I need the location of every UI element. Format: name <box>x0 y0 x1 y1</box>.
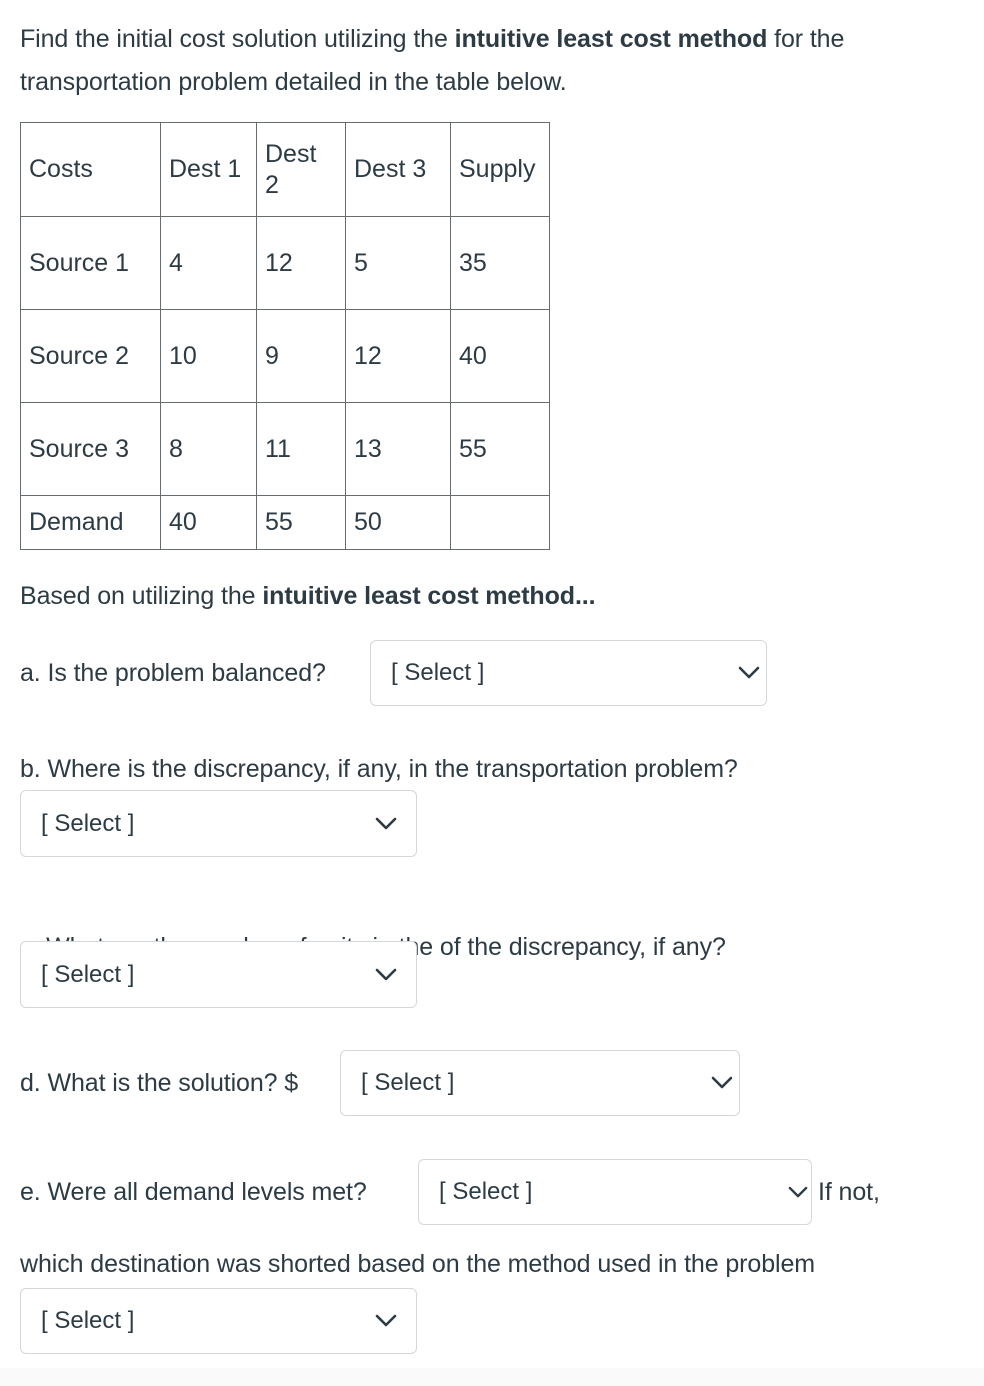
cell-demand-dest2: 55 <box>256 495 346 550</box>
question-e-second-select-value: [ Select ] <box>41 1307 135 1334</box>
cell-source3-dest2: 11 <box>256 402 346 496</box>
cell-source1-dest2: 12 <box>256 216 346 310</box>
table-row: Source 1 4 12 5 35 <box>20 216 550 310</box>
chevron-down-icon <box>785 1160 811 1224</box>
row-label-demand: Demand <box>20 495 161 550</box>
cell-source2-dest2: 9 <box>256 309 346 403</box>
chevron-down-icon <box>705 1051 739 1115</box>
question-e-select[interactable]: [ Select ] <box>418 1159 812 1225</box>
table-row: Source 3 8 11 13 55 <box>20 402 550 496</box>
question-d-select[interactable]: [ Select ] <box>340 1050 740 1116</box>
question-b-select-value: [ Select ] <box>41 809 135 837</box>
question-d-label: d. What is the solution? $ <box>20 1069 299 1097</box>
question-b-select[interactable]: [ Select ] <box>20 790 417 857</box>
cell-source1-dest1: 4 <box>160 216 257 310</box>
cell-source1-supply: 35 <box>450 216 550 310</box>
problem-statement-emphasis: intuitive least cost method <box>454 25 768 53</box>
transportation-cost-table: Costs Dest 1 Dest 2 Dest 3 Supply Source… <box>20 122 550 550</box>
cell-source3-dest1: 8 <box>160 402 257 496</box>
chevron-down-icon <box>356 942 416 1007</box>
cell-demand-dest1: 40 <box>160 495 257 550</box>
chevron-down-icon <box>732 641 766 705</box>
chevron-down-icon <box>356 791 416 856</box>
question-a-select[interactable]: [ Select ] <box>370 640 767 706</box>
header-cell-costs: Costs <box>20 122 161 217</box>
question-d-select-value: [ Select ] <box>361 1069 455 1096</box>
question-e-second-select[interactable]: [ Select ] <box>20 1288 417 1354</box>
chevron-down-icon <box>356 1289 416 1353</box>
cell-source2-dest3: 12 <box>345 309 451 403</box>
lead-in-emphasis: intuitive least cost method... <box>262 582 596 610</box>
row-label-source1: Source 1 <box>20 216 161 310</box>
lead-in-pre: Based on utilizing the <box>20 582 263 610</box>
row-label-source2: Source 2 <box>20 309 161 403</box>
question-a-select-value: [ Select ] <box>391 659 485 686</box>
header-cell-supply: Supply <box>450 122 550 217</box>
cell-source2-supply: 40 <box>450 309 550 403</box>
question-a-label: a. Is the problem balanced? <box>20 659 326 687</box>
cell-demand-supply-empty <box>450 495 550 550</box>
header-cell-dest3: Dest 3 <box>345 122 451 217</box>
question-e-trailing-text: If not, <box>818 1178 880 1206</box>
page-bottom-band <box>0 1368 984 1386</box>
question-b-label: b. Where is the discrepancy, if any, in … <box>20 755 738 783</box>
header-cell-dest2: Dest 2 <box>256 122 346 217</box>
cell-source1-dest3: 5 <box>345 216 451 310</box>
cell-source3-dest3: 13 <box>345 402 451 496</box>
question-e-continuation-text: which destination was shorted based on t… <box>20 1250 815 1278</box>
header-cell-dest1: Dest 1 <box>160 122 257 217</box>
question-c-select[interactable]: [ Select ] <box>20 941 417 1008</box>
question-c-select-value: [ Select ] <box>41 960 135 988</box>
problem-statement: Find the initial cost solution utilizing… <box>20 18 940 104</box>
question-e-label: e. Were all demand levels met? <box>20 1178 367 1206</box>
table-header-row: Costs Dest 1 Dest 2 Dest 3 Supply <box>20 122 550 217</box>
table-row: Source 2 10 9 12 40 <box>20 309 550 403</box>
question-page: Find the initial cost solution utilizing… <box>0 0 984 1386</box>
table-row-demand: Demand 40 55 50 <box>20 495 550 550</box>
cell-source3-supply: 55 <box>450 402 550 496</box>
lead-in-text: Based on utilizing the intuitive least c… <box>20 575 596 618</box>
question-e-select-value: [ Select ] <box>439 1178 533 1205</box>
cell-source2-dest1: 10 <box>160 309 257 403</box>
row-label-source3: Source 3 <box>20 402 161 496</box>
cell-demand-dest3: 50 <box>345 495 451 550</box>
problem-statement-pre: Find the initial cost solution utilizing… <box>20 25 455 53</box>
